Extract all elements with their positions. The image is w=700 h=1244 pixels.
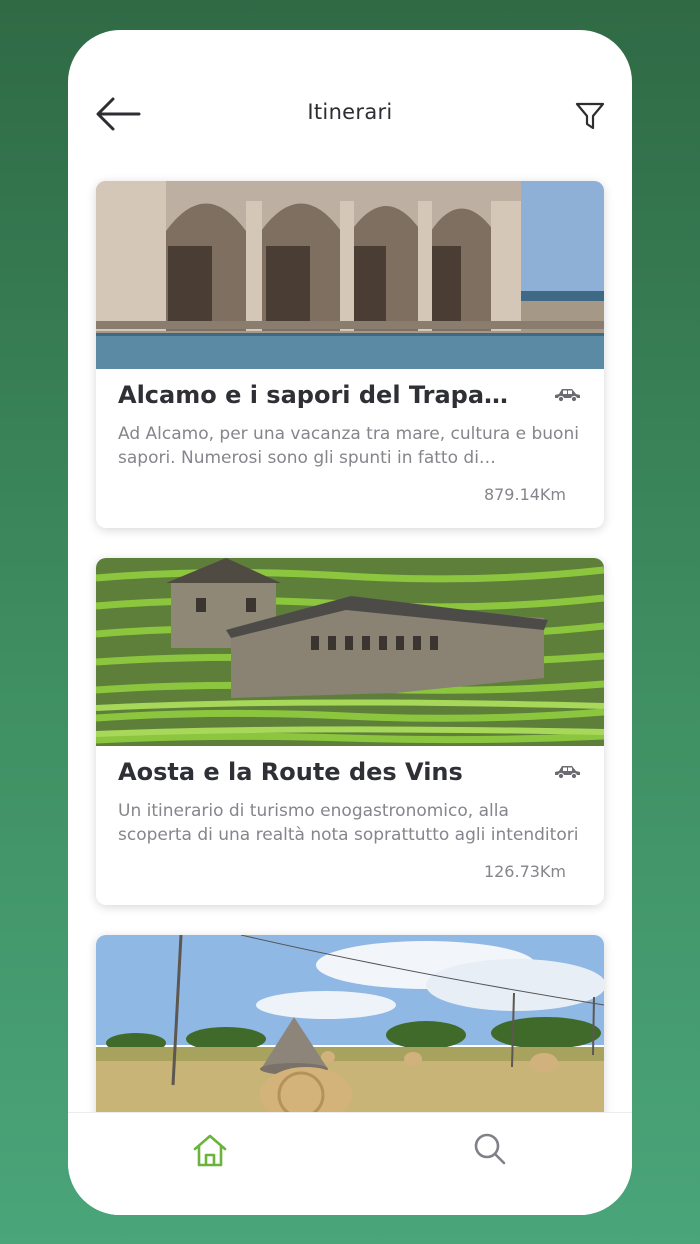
card-description: Ad Alcamo, per una vacanza tra mare, cul…: [118, 424, 579, 468]
card-description: Un itinerario di turismo enogastronomico…: [118, 801, 579, 845]
car-icon: [555, 766, 580, 780]
car-icon: [555, 389, 580, 403]
nav-search-button[interactable]: [472, 1131, 508, 1167]
phone-screen: Itinerari Alcamo e i sapori del Trapanes…: [68, 30, 632, 1215]
nav-home-button[interactable]: [190, 1131, 230, 1169]
itinerary-card[interactable]: Aosta e la Route des Vins Un itinerario …: [96, 558, 604, 905]
home-icon: [193, 1134, 227, 1167]
card-image: [96, 181, 604, 369]
card-distance: 879.14Km: [483, 485, 566, 504]
search-icon: [474, 1133, 506, 1165]
card-image: [96, 558, 604, 746]
filter-button[interactable]: [570, 98, 610, 134]
filter-icon: [575, 102, 605, 130]
bottom-navigation: [68, 1112, 632, 1215]
page-title: Itinerari: [307, 100, 393, 124]
itinerary-card[interactable]: Alcamo e i sapori del Trapanese Ad Alcam…: [96, 181, 604, 528]
top-bar: Itinerari: [68, 30, 632, 180]
card-image: [96, 935, 604, 1123]
card-title: Alcamo e i sapori del Trapanese: [118, 381, 518, 409]
card-title: Aosta e la Route des Vins: [118, 758, 463, 786]
card-distance: 126.73Km: [483, 862, 566, 881]
